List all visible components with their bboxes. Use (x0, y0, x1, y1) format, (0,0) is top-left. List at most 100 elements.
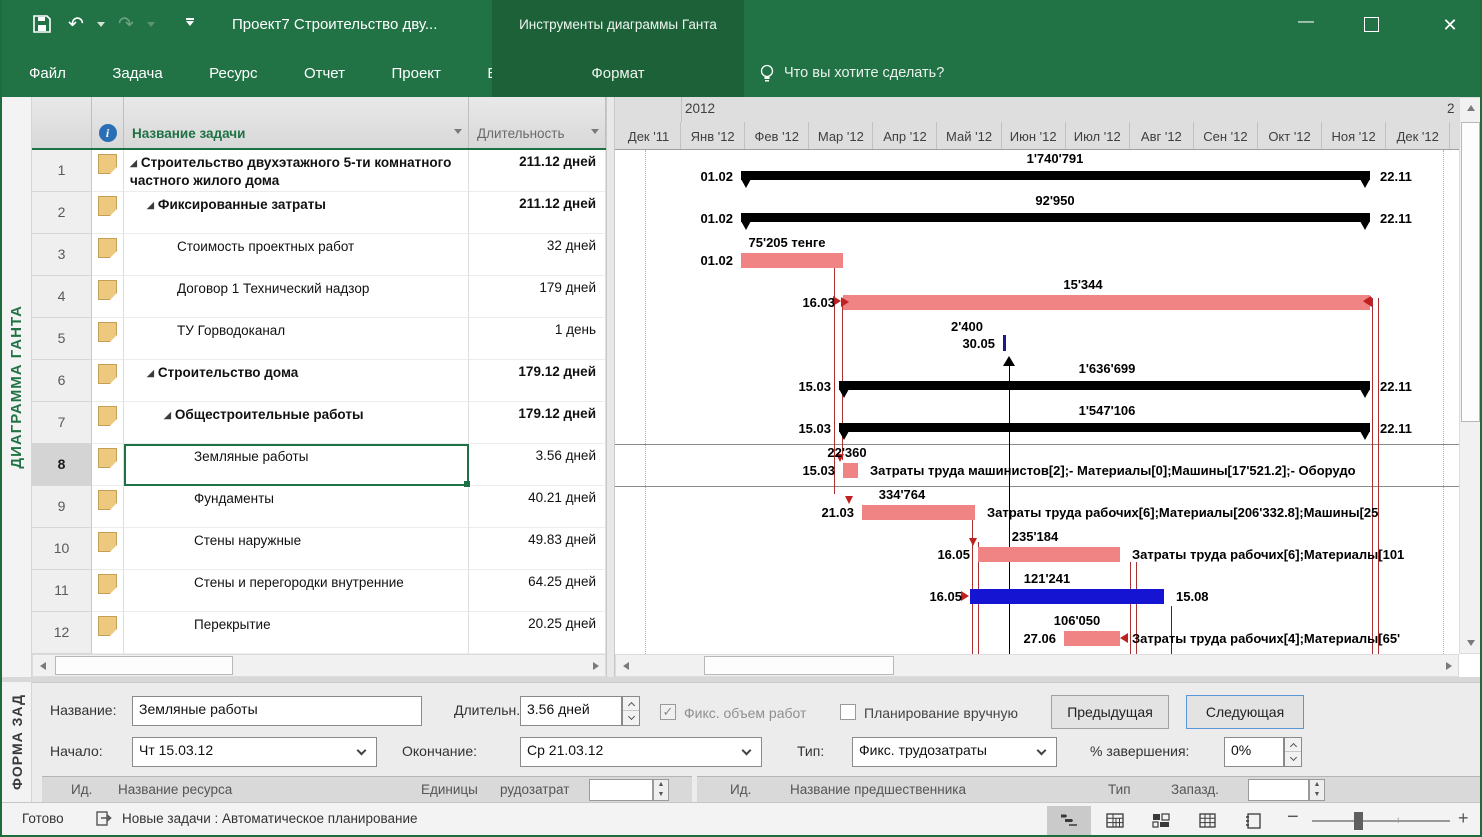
name-filter-icon[interactable] (454, 129, 462, 138)
table-hscrollbar[interactable] (32, 654, 606, 677)
task-duration-cell[interactable]: 179.12 дней (469, 402, 606, 444)
task-name-cell[interactable]: Стоимость проектных работ (124, 234, 469, 276)
indicator-cell[interactable] (92, 486, 124, 528)
maximize-button[interactable] (1364, 17, 1379, 32)
summary-bar[interactable] (839, 381, 1370, 390)
zoom-out-button[interactable]: − (1287, 806, 1299, 829)
view-gantt-button[interactable] (1047, 806, 1091, 835)
manual-schedule-checkbox[interactable] (840, 704, 856, 720)
tab-format[interactable]: Формат (492, 50, 744, 97)
next-task-button[interactable]: Следующая (1186, 695, 1304, 729)
task-bar-blue[interactable] (970, 589, 1164, 604)
form-duration-input[interactable]: 3.56 дней (520, 696, 622, 726)
indicator-cell[interactable] (92, 528, 124, 570)
timeline-month[interactable]: Июн '12 (1002, 122, 1066, 149)
status-new-tasks[interactable]: Новые задачи : Автоматическое планирован… (122, 811, 418, 826)
fill-handle[interactable] (464, 481, 470, 487)
row-number[interactable]: 12 (32, 612, 92, 654)
form-pct-spinner[interactable] (1284, 737, 1302, 767)
minimize-button[interactable]: — (1290, 0, 1322, 50)
form-finish-combo[interactable]: Ср 21.03.12 (520, 737, 762, 767)
form-type-combo[interactable]: Фикс. трудозатраты (852, 737, 1057, 767)
indicator-cell[interactable] (92, 570, 124, 612)
indicator-cell[interactable] (92, 276, 124, 318)
collapse-icon[interactable]: ◢ (130, 158, 137, 170)
task-name-cell[interactable]: Перекрытие (124, 612, 469, 654)
row-number[interactable]: 3 (32, 234, 92, 276)
scroll-down-button[interactable] (1460, 633, 1480, 653)
view-report-button[interactable] (1231, 806, 1275, 835)
task-name-cell[interactable]: Стены наружные (124, 528, 469, 570)
tab-project[interactable]: Проект (370, 50, 461, 97)
task-duration-cell[interactable]: 211.12 дней (469, 192, 606, 234)
timeline-month[interactable]: Дек '12 (1386, 122, 1451, 149)
timeline-month[interactable]: Апр '12 (873, 122, 938, 149)
form-name-input[interactable]: Земляные работы (132, 696, 422, 726)
row-number[interactable]: 11 (32, 570, 92, 612)
timeline-month[interactable]: Дек '11 (617, 122, 682, 149)
view-usage-button[interactable] (1093, 806, 1137, 835)
form-duration-spinner[interactable] (622, 696, 640, 726)
row-number[interactable]: 1 (32, 150, 92, 192)
collapse-icon[interactable]: ◢ (147, 368, 154, 380)
undo-dropdown-icon[interactable] (97, 22, 105, 31)
task-bar[interactable] (741, 253, 843, 268)
summary-bar[interactable] (741, 171, 1370, 180)
task-bar[interactable] (843, 463, 858, 478)
chart-hscrollbar[interactable] (615, 654, 1459, 677)
close-button[interactable]: ✕ (1434, 0, 1466, 50)
indicator-cell[interactable] (92, 402, 124, 444)
qat-customize-icon[interactable] (186, 18, 194, 30)
timeline-month[interactable]: Янв '12 (681, 122, 746, 149)
indicator-cell[interactable] (92, 360, 124, 402)
undo-button[interactable]: ↶ (68, 0, 84, 50)
summary-bar[interactable] (741, 213, 1370, 222)
row-number[interactable]: 9 (32, 486, 92, 528)
vertical-scroll-thumb[interactable] (1461, 122, 1480, 422)
table-hscroll-thumb[interactable] (55, 656, 233, 675)
zoom-in-button[interactable]: + (1458, 808, 1469, 829)
indicator-cell[interactable] (92, 318, 124, 360)
tab-report[interactable]: Отчет (283, 50, 366, 97)
task-name-cell[interactable]: ◢ Строительство двухэтажного 5-ти комнатн… (124, 150, 469, 192)
task-bar[interactable] (1064, 631, 1120, 646)
task-name-cell[interactable]: ◢ Общестроительные работы (124, 402, 469, 444)
task-duration-cell[interactable]: 32 дней (469, 234, 606, 276)
timeline-month[interactable]: Май '12 (938, 122, 1002, 149)
fixed-work-checkbox[interactable]: ✓ (660, 704, 676, 720)
tab-task[interactable]: Задача (91, 50, 183, 97)
zoom-slider-handle[interactable] (1354, 812, 1363, 830)
save-icon[interactable] (32, 14, 52, 39)
row-number[interactable]: 2 (32, 192, 92, 234)
task-duration-cell[interactable]: 211.12 дней (469, 150, 606, 192)
task-duration-cell[interactable]: 3.56 дней (469, 444, 606, 486)
view-sheet-button[interactable] (1185, 806, 1229, 835)
timeline-month[interactable]: Июл '12 (1066, 122, 1130, 149)
indicator-cell[interactable] (92, 192, 124, 234)
timeline-month[interactable]: Ноя '12 (1322, 122, 1387, 149)
view-team-planner-button[interactable] (1139, 806, 1183, 835)
task-duration-cell[interactable]: 64.25 дней (469, 570, 606, 612)
timeline-header[interactable]: 2012 2 Дек '11 Янв '12 Фев '12 Мар '12 Апр '… (615, 97, 1459, 150)
summary-bar[interactable] (839, 423, 1370, 432)
task-name-cell[interactable]: ТУ Горводоканал (124, 318, 469, 360)
collapse-icon[interactable]: ◢ (147, 200, 154, 212)
name-column-header[interactable]: Название задачи (124, 97, 469, 148)
tab-file[interactable]: Файл (8, 50, 87, 97)
task-bar[interactable] (862, 505, 975, 520)
scroll-up-button[interactable] (1460, 98, 1480, 118)
task-duration-cell[interactable]: 179 дней (469, 276, 606, 318)
task-name-cell[interactable]: Стены и перегородки внутренние (124, 570, 469, 612)
chart-scroll-left-button[interactable] (616, 655, 635, 676)
task-bar[interactable] (843, 295, 1370, 310)
collapse-icon[interactable]: ◢ (164, 410, 171, 422)
chart-scroll-right-button[interactable] (1439, 655, 1458, 676)
row-number[interactable]: 5 (32, 318, 92, 360)
task-duration-cell[interactable]: 179.12 дней (469, 360, 606, 402)
milestone-tick[interactable] (1003, 335, 1006, 351)
tell-me-box[interactable]: Что вы хотите сделать? (784, 50, 944, 97)
resource-header-spinner[interactable]: ▲ ▼ (653, 779, 669, 801)
previous-task-button[interactable]: Предыдущая (1051, 695, 1169, 729)
timeline-month[interactable]: Окт '12 (1258, 122, 1323, 149)
timeline-month[interactable]: Фев '12 (745, 122, 810, 149)
